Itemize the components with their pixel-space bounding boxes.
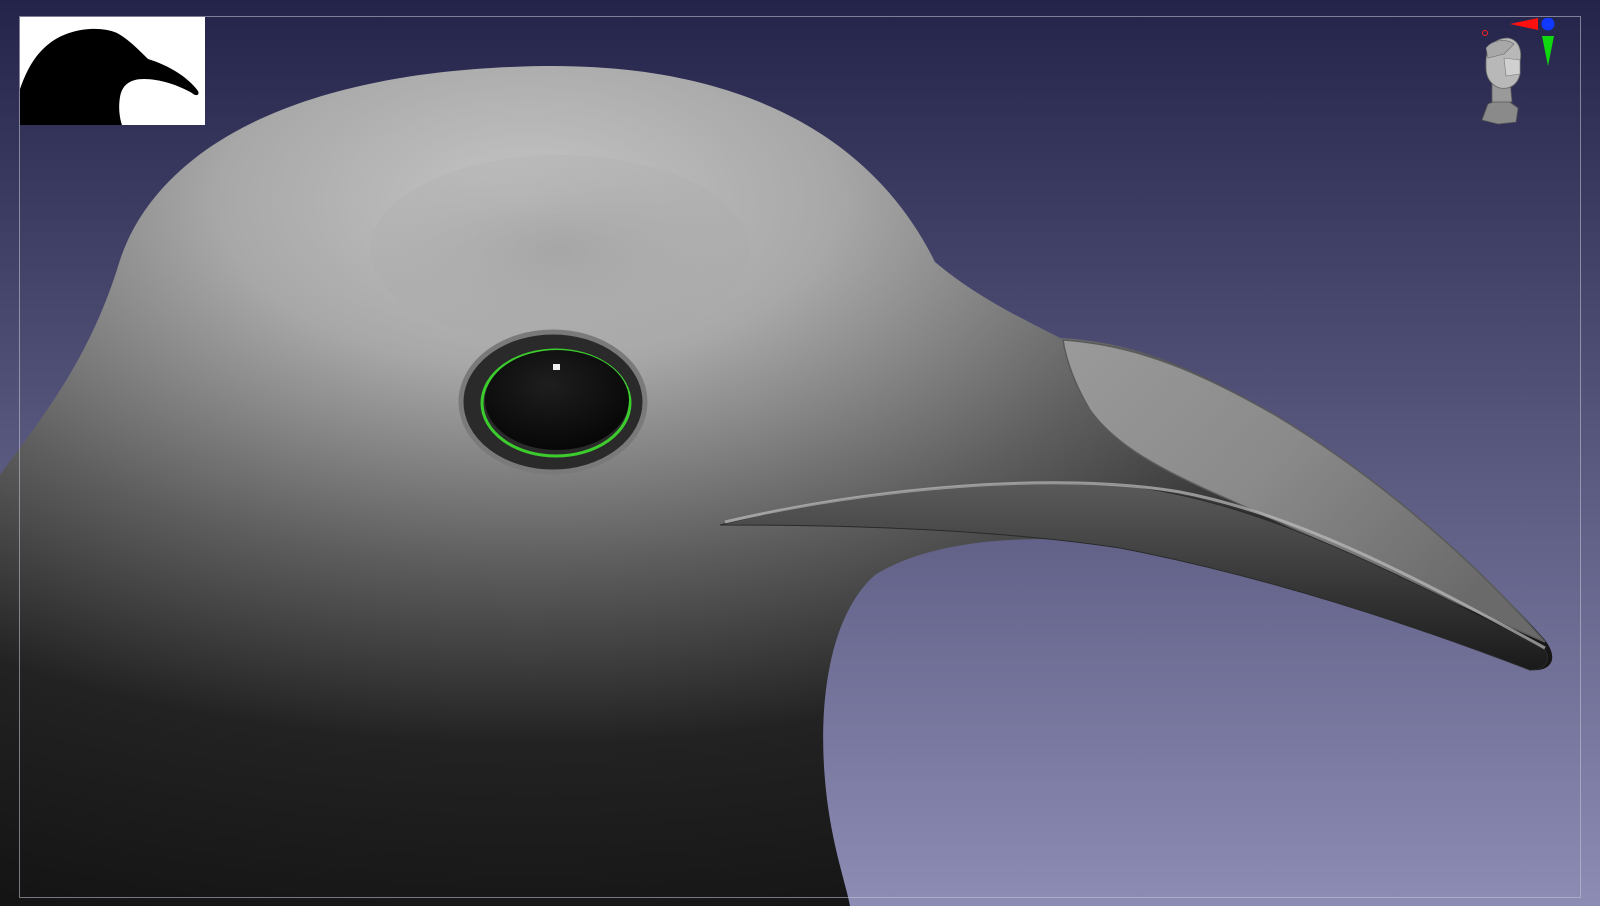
eye-specular-highlight xyxy=(553,364,560,370)
silhouette-thumbnail[interactable] xyxy=(20,17,205,125)
viewport-canvas[interactable] xyxy=(0,0,1600,906)
silhouette-preview-image xyxy=(20,17,205,125)
head-icon xyxy=(1481,37,1522,125)
orientation-gizmo[interactable] xyxy=(1470,18,1582,130)
brow-highlight xyxy=(370,155,750,345)
sculpt-app xyxy=(0,0,1600,906)
axis-z-handle[interactable] xyxy=(1541,18,1555,31)
axis-x-arrow[interactable] xyxy=(1510,18,1538,30)
indicator-dot-icon xyxy=(1482,30,1488,36)
axis-y-arrow[interactable] xyxy=(1542,36,1554,66)
